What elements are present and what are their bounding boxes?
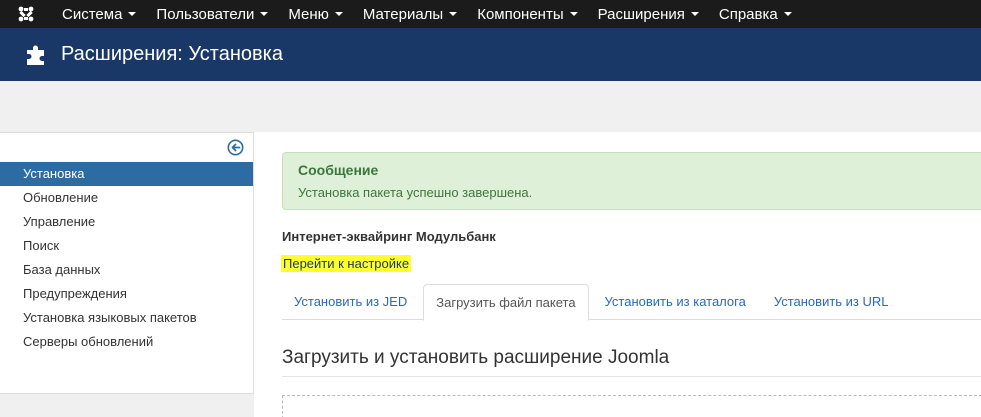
top-navbar: Система Пользователи Меню Материалы Комп… (0, 0, 981, 28)
tab-install-from-jed[interactable]: Установить из JED (282, 284, 419, 320)
tab-install-from-url[interactable]: Установить из URL (762, 284, 901, 320)
section-divider (282, 376, 981, 377)
upload-dropzone[interactable] (282, 395, 981, 417)
sidebar-item-manage[interactable]: Управление (0, 210, 253, 234)
caret-down-icon (449, 12, 458, 16)
message-title: Сообщение (298, 162, 379, 178)
config-link[interactable]: Перейти к настройке (281, 255, 412, 272)
tab-install-from-folder[interactable]: Установить из каталога (593, 284, 758, 320)
main-menu: Система Пользователи Меню Материалы Комп… (52, 0, 802, 28)
menu-components[interactable]: Компоненты (467, 0, 587, 28)
menu-content[interactable]: Материалы (353, 0, 467, 28)
message-text: Установка пакета успешно завершена. (298, 185, 533, 200)
success-message: Сообщение Установка пакета успешно завер… (282, 152, 981, 210)
sidebar-item-discover[interactable]: Поиск (0, 234, 253, 258)
menu-help[interactable]: Справка (709, 0, 802, 28)
joomla-logo-icon[interactable] (0, 0, 52, 28)
sidebar-item-update-sites[interactable]: Серверы обновлений (0, 330, 253, 354)
sidebar-item-install[interactable]: Установка (0, 162, 253, 186)
sidebar-item-update[interactable]: Обновление (0, 186, 253, 210)
menu-users[interactable]: Пользователи (146, 0, 278, 28)
page-header: Расширения: Установка (0, 28, 981, 81)
tab-upload-package[interactable]: Загрузить файл пакета (423, 284, 589, 321)
caret-down-icon (690, 12, 699, 16)
sidebar: Установка Обновление Управление Поиск Ба… (0, 132, 254, 394)
menu-system[interactable]: Система (52, 0, 146, 28)
collapse-sidebar-icon[interactable] (227, 139, 244, 156)
section-title: Загрузить и установить расширение Joomla (282, 347, 670, 368)
menu-menus[interactable]: Меню (278, 0, 353, 28)
sidebar-item-warnings[interactable]: Предупреждения (0, 282, 253, 306)
page-title: Расширения: Установка (61, 43, 283, 65)
main-content: Сообщение Установка пакета успешно завер… (254, 132, 981, 417)
sidebar-list: Установка Обновление Управление Поиск Ба… (0, 162, 253, 354)
caret-down-icon (783, 12, 792, 16)
sidebar-item-languages[interactable]: Установка языковых пакетов (0, 306, 253, 330)
install-tabs: Установить из JED Загрузить файл пакета … (282, 284, 981, 321)
menu-extensions[interactable]: Расширения (588, 0, 709, 28)
extension-name: Интернет-эквайринг Модульбанк (282, 229, 496, 244)
puzzle-icon (24, 43, 48, 67)
sidebar-item-database[interactable]: База данных (0, 258, 253, 282)
caret-down-icon (569, 12, 578, 16)
caret-down-icon (260, 12, 269, 16)
caret-down-icon (128, 12, 137, 16)
caret-down-icon (334, 12, 343, 16)
toolbar (0, 81, 981, 131)
